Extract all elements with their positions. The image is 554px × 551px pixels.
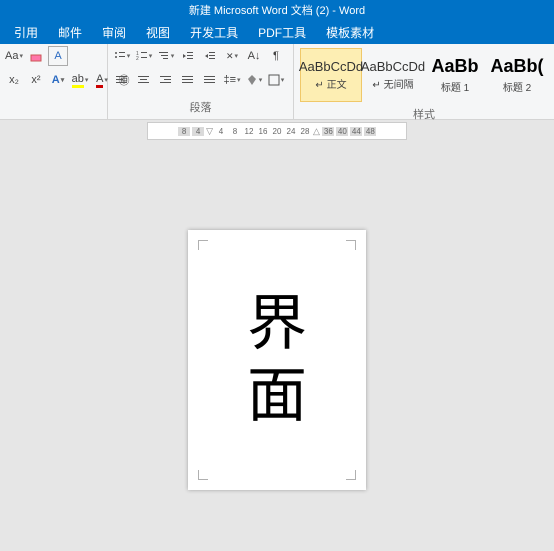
style-preview: AaBbCcDd [361, 59, 425, 74]
style-normal[interactable]: AaBbCcDd ↵ 正文 [300, 48, 362, 102]
asian-layout-button[interactable]: ✕▾ [222, 46, 242, 66]
tab-developer[interactable]: 开发工具 [180, 20, 248, 45]
indent-marker-icon[interactable]: △ [313, 126, 320, 137]
superscript-button[interactable]: x² [26, 70, 46, 90]
styles-group: AaBbCcDd ↵ 正文 AaBbCcDd ↵ 无间隔 AaBb 标题 1 A… [294, 44, 554, 119]
ruler-mark: 36 [322, 127, 334, 136]
ruler-mark: 48 [364, 127, 376, 136]
style-nospacing[interactable]: AaBbCcDd ↵ 无间隔 [362, 48, 424, 102]
show-marks-button[interactable]: ¶ [266, 46, 286, 66]
tab-review[interactable]: 审阅 [92, 20, 136, 45]
title-bar: 新建 Microsoft Word 文档 (2) - Word [0, 0, 554, 20]
increase-indent-button[interactable] [200, 46, 220, 66]
clear-format-button[interactable] [26, 46, 46, 66]
tab-pdf[interactable]: PDF工具 [248, 20, 316, 45]
subscript-button[interactable]: x₂ [4, 70, 24, 90]
ruler-mark: 40 [336, 127, 348, 136]
ribbon: Aa▾ A x₂ x² A▾ ab▾ A▾ ㊥ ▾ 1 [0, 44, 554, 120]
margin-mark-icon [346, 470, 356, 480]
style-preview: AaBbCcDd [299, 59, 363, 74]
highlight-button[interactable]: ab▾ [70, 70, 90, 90]
ruler-mark: 8 [178, 127, 190, 136]
document-workspace: 界 面 [0, 140, 554, 490]
window-title: 新建 Microsoft Word 文档 (2) - Word [189, 2, 365, 18]
style-name: 标题 2 [503, 79, 531, 94]
tab-templates[interactable]: 模板素材 [316, 20, 384, 45]
style-name: ↵ 正文 [315, 76, 346, 91]
multilevel-button[interactable]: ▾ [156, 46, 176, 66]
borders-button[interactable]: ▾ [266, 70, 286, 90]
align-justify-button[interactable] [178, 70, 198, 90]
font-group-label [4, 113, 103, 117]
doc-text-line: 面 [247, 360, 307, 432]
style-name: ↵ 无间隔 [372, 76, 413, 91]
ruler-mark: 20 [271, 127, 283, 136]
margin-mark-icon [198, 470, 208, 480]
tab-view[interactable]: 视图 [136, 20, 180, 45]
text-effects-button[interactable]: A▾ [48, 70, 68, 90]
ribbon-tabs: 引用 邮件 审阅 视图 开发工具 PDF工具 模板素材 [0, 20, 554, 44]
ruler-mark: 8 [229, 127, 241, 136]
indent-marker-icon[interactable]: ▽ [206, 126, 213, 137]
style-heading2[interactable]: AaBb( 标题 2 [486, 48, 548, 102]
margin-mark-icon [198, 240, 208, 250]
font-group: Aa▾ A x₂ x² A▾ ab▾ A▾ ㊥ [0, 44, 108, 119]
ruler-mark: 4 [215, 127, 227, 136]
doc-text-line: 界 [247, 288, 307, 360]
sort-button[interactable]: A↓ [244, 46, 264, 66]
tab-mailings[interactable]: 邮件 [48, 20, 92, 45]
decrease-indent-button[interactable] [178, 46, 198, 66]
style-preview: AaBb( [491, 56, 544, 77]
tab-references[interactable]: 引用 [4, 20, 48, 45]
numbering-button[interactable]: 12▾ [134, 46, 154, 66]
ruler-mark: 16 [257, 127, 269, 136]
paragraph-group-label: 段落 [112, 97, 289, 117]
margin-mark-icon [346, 240, 356, 250]
shading-button[interactable]: ▾ [244, 70, 264, 90]
style-preview: AaBb [431, 56, 478, 77]
document-page[interactable]: 界 面 [188, 230, 366, 490]
ruler-mark: 12 [243, 127, 255, 136]
character-border-button[interactable]: A [48, 46, 68, 66]
ruler-mark: 24 [285, 127, 297, 136]
ruler-mark: 28 [299, 127, 311, 136]
align-center-button[interactable] [134, 70, 154, 90]
paragraph-group: ▾ 12▾ ▾ ✕▾ A↓ ¶ ‡≡▾ ▾ ▾ [108, 44, 294, 119]
style-heading1[interactable]: AaBb 标题 1 [424, 48, 486, 102]
horizontal-ruler[interactable]: 8 4 ▽ 4 8 12 16 20 24 28 △ 36 40 44 48 [147, 122, 407, 140]
svg-text:2: 2 [136, 56, 139, 62]
align-distribute-button[interactable] [200, 70, 220, 90]
ruler-mark: 44 [350, 127, 362, 136]
align-right-button[interactable] [156, 70, 176, 90]
style-name: 标题 1 [441, 79, 469, 94]
ruler-mark: 4 [192, 127, 204, 136]
align-left-button[interactable] [112, 70, 132, 90]
bullets-button[interactable]: ▾ [112, 46, 132, 66]
line-spacing-button[interactable]: ‡≡▾ [222, 70, 242, 90]
change-case-button[interactable]: Aa▾ [4, 46, 24, 66]
styles-group-label: 样式 [298, 104, 550, 124]
